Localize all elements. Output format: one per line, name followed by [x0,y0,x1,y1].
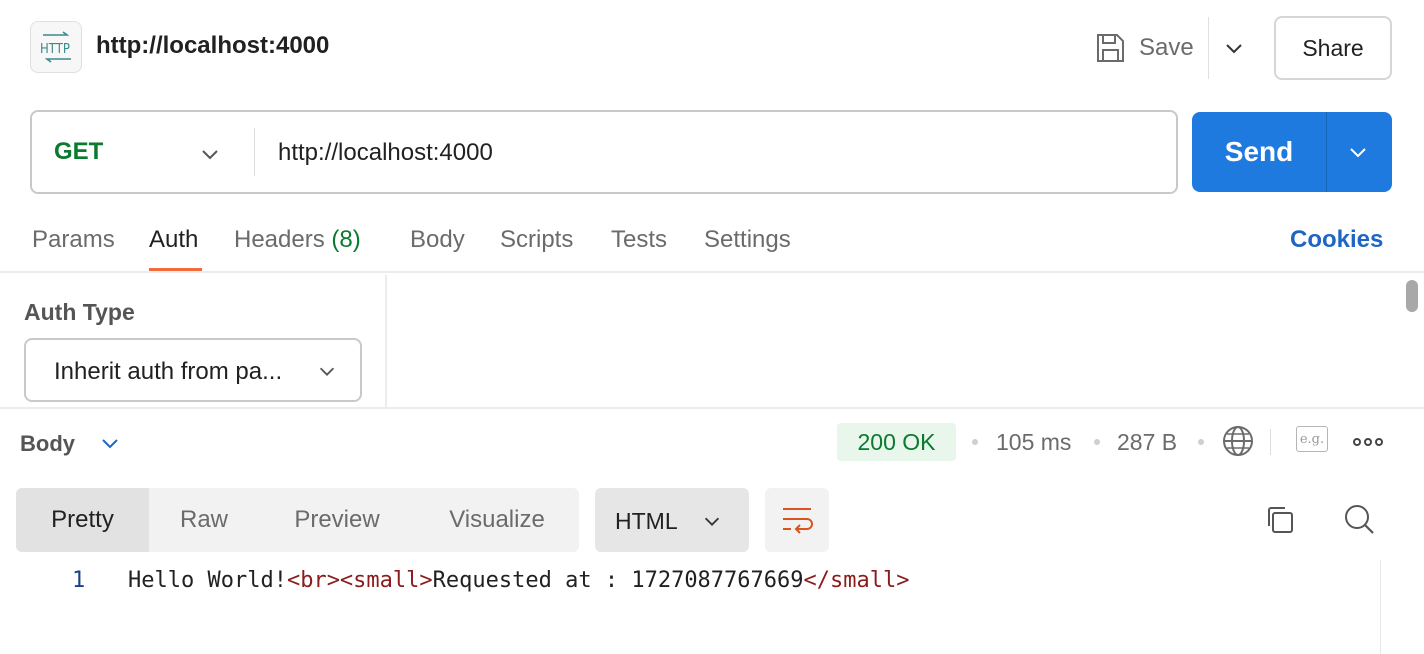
auth-type-select[interactable]: Inherit auth from pa... [24,338,362,402]
chevron-down-icon [704,517,720,526]
code-tag: <br><small> [286,568,433,593]
search-icon[interactable] [1342,502,1376,536]
code-text: Hello World! [128,568,287,593]
request-header: HTTP http://localhost:4000 Save Share [0,0,1424,96]
chevron-down-icon[interactable] [1222,36,1246,60]
separator-dot [1198,439,1204,445]
request-title[interactable]: http://localhost:4000 [96,32,329,60]
auth-type-value: Inherit auth from pa... [54,358,283,385]
response-view-tabs: Pretty Raw Preview Visualize [16,488,579,552]
separator-dot [972,439,978,445]
format-select[interactable]: HTML [595,488,749,552]
response-bar: Body 200 OK 105 ms 287 B e.g. [0,407,1424,473]
url-divider [254,128,255,176]
tab-body[interactable]: Body [410,226,465,254]
code-tag: </small> [803,568,910,593]
headers-count: (8) [331,226,361,253]
line-number: 1 [72,568,86,593]
more-options-icon[interactable] [1352,431,1384,453]
tab-headers[interactable]: Headers (8) [234,226,361,254]
format-value: HTML [615,508,678,534]
save-button[interactable]: Save [1094,28,1194,68]
active-tab-indicator [149,268,202,271]
response-code-editor[interactable]: 1 Hello World!<br><small>Requested at : … [0,560,1380,654]
tab-scripts[interactable]: Scripts [500,226,573,254]
method-select[interactable]: GET [54,138,103,166]
response-divider [1270,429,1271,455]
save-icon [1097,34,1124,62]
response-body-label[interactable]: Body [20,431,75,457]
send-label: Send [1224,136,1294,167]
copy-icon[interactable] [1264,504,1296,536]
wrap-lines-icon [783,508,813,534]
chevron-down-icon[interactable] [98,431,122,455]
http-icon: HTTP [30,21,82,73]
view-tab-pretty[interactable]: Pretty [16,488,149,552]
save-label: Save [1139,34,1194,61]
cookies-link[interactable]: Cookies [1290,226,1383,254]
svg-text:HTTP: HTTP [40,42,70,57]
globe-icon[interactable] [1221,424,1255,458]
scrollbar-thumb[interactable] [1406,280,1418,312]
response-size[interactable]: 287 B [1117,429,1177,456]
auth-panel: Auth Type Inherit auth from pa... [0,275,387,407]
tab-params[interactable]: Params [32,226,115,254]
editor-gutter [1380,560,1381,654]
send-button[interactable]: Send [1192,112,1392,192]
response-time[interactable]: 105 ms [996,429,1071,456]
save-divider [1208,17,1209,79]
save-example-icon[interactable]: e.g. [1296,426,1328,452]
url-input[interactable] [278,136,1148,170]
wrap-lines-button[interactable] [765,488,829,552]
code-line: Hello World!<br><small>Requested at : 17… [128,568,910,593]
code-text: Requested at : 1727087767669 [432,568,804,593]
tab-tests[interactable]: Tests [611,226,667,254]
request-tabs: Params Auth Headers (8) Body Scripts Tes… [0,210,1424,273]
view-tab-visualize[interactable]: Visualize [415,488,579,552]
tab-settings[interactable]: Settings [704,226,791,254]
tab-auth[interactable]: Auth [149,226,198,254]
view-tab-preview[interactable]: Preview [259,488,415,552]
chevron-down-icon[interactable] [198,142,222,166]
separator-dot [1094,439,1100,445]
auth-type-label: Auth Type [24,299,135,325]
share-button[interactable]: Share [1274,16,1392,80]
send-divider [1326,112,1327,192]
chevron-down-icon [319,367,335,376]
tab-headers-label: Headers [234,226,325,253]
status-badge[interactable]: 200 OK [837,423,956,461]
chevron-down-icon[interactable] [1346,140,1370,164]
url-bar: GET [30,110,1178,194]
view-tab-raw[interactable]: Raw [149,488,259,552]
